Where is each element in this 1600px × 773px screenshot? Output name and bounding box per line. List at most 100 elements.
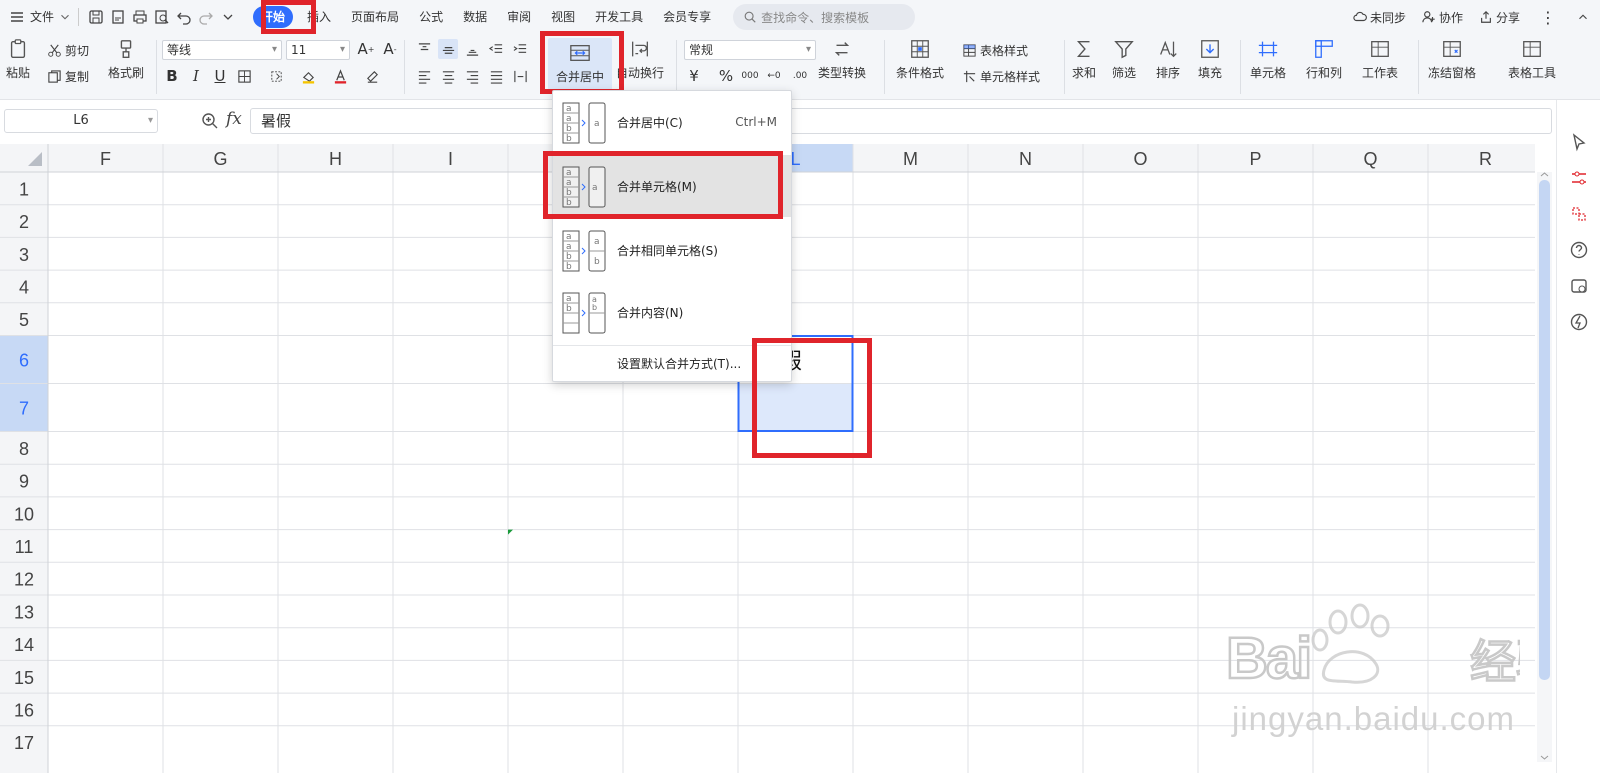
zoom-icon[interactable] xyxy=(200,111,220,131)
wrap-text-button[interactable]: 自动换行 xyxy=(616,38,664,81)
font-size-select[interactable]: 11 xyxy=(286,40,350,60)
row-header-6[interactable]: 6 xyxy=(19,351,29,371)
row-header-4[interactable]: 4 xyxy=(19,277,29,297)
sheet-button[interactable]: 工作表 xyxy=(1362,38,1398,81)
italic-button[interactable]: I xyxy=(186,66,206,86)
fill-color-icon[interactable] xyxy=(298,66,318,86)
column-header-p[interactable]: P xyxy=(1249,149,1261,169)
font-name-select[interactable]: 等线 xyxy=(162,40,282,60)
align-bottom-icon[interactable] xyxy=(462,39,482,59)
row-header-15[interactable]: 15 xyxy=(14,668,34,688)
lightning-icon[interactable] xyxy=(1569,312,1589,332)
decrease-indent-icon[interactable] xyxy=(486,39,506,59)
align-center-icon[interactable] xyxy=(438,66,458,86)
menu-item-merge-content[interactable]: ab ab 合并内容(N) xyxy=(553,281,791,343)
tab-page-layout[interactable]: 页面布局 xyxy=(341,0,409,34)
align-middle-icon[interactable] xyxy=(438,39,458,59)
chevron-down-icon[interactable] xyxy=(58,0,72,34)
menu-item-merge-cells[interactable]: aa bb a 合并单元格(M) xyxy=(553,155,791,217)
align-left-icon[interactable] xyxy=(414,66,434,86)
quick-access-more-icon[interactable] xyxy=(217,0,239,34)
print-preview-icon[interactable] xyxy=(151,0,173,34)
fx-icon[interactable]: fx xyxy=(226,109,242,129)
cell-button[interactable]: 单元格 xyxy=(1250,38,1286,81)
settings-sliders-icon[interactable] xyxy=(1569,168,1589,188)
cursor-icon[interactable] xyxy=(1569,132,1589,152)
tab-data[interactable]: 数据 xyxy=(453,0,497,34)
tab-developer[interactable]: 开发工具 xyxy=(585,0,653,34)
menu-item-set-default-merge[interactable]: 设置默认合并方式(T)... xyxy=(617,355,741,372)
column-header-h[interactable]: H xyxy=(329,149,342,169)
tab-formula[interactable]: 公式 xyxy=(409,0,453,34)
row-header-14[interactable]: 14 xyxy=(14,635,34,655)
table-style-button[interactable]: 表格样式 xyxy=(962,42,1028,59)
fill-button[interactable]: 填充 xyxy=(1198,38,1222,81)
decrease-font-icon[interactable]: A- xyxy=(380,39,400,59)
menu-item-merge-same[interactable]: aa bb ab 合并相同单元格(S) xyxy=(553,219,791,281)
row-header-3[interactable]: 3 xyxy=(19,245,29,265)
table-tools-button[interactable]: 表格工具 xyxy=(1508,38,1556,81)
column-header-i[interactable]: I xyxy=(448,149,453,169)
bold-button[interactable]: B xyxy=(162,66,182,86)
percent-button[interactable]: % xyxy=(716,66,736,86)
freeze-panes-button[interactable]: 冻结窗格 xyxy=(1428,38,1476,81)
thousands-button[interactable]: 000 xyxy=(740,66,760,86)
font-color-icon[interactable] xyxy=(330,66,350,86)
row-header-11[interactable]: 11 xyxy=(15,537,34,557)
row-header-16[interactable]: 16 xyxy=(14,700,34,720)
formula-input[interactable]: 暑假 xyxy=(250,108,1552,134)
underline-button[interactable]: U xyxy=(210,66,230,86)
filter-button[interactable]: 筛选 xyxy=(1112,38,1136,81)
distributed-align-icon[interactable] xyxy=(510,66,530,86)
row-header-9[interactable]: 9 xyxy=(19,472,29,492)
row-header-13[interactable]: 13 xyxy=(14,602,34,622)
tab-home[interactable]: 开始 xyxy=(253,6,294,28)
format-painter-button[interactable]: 格式刷 xyxy=(108,38,144,81)
column-header-g[interactable]: G xyxy=(213,149,227,169)
row-header-2[interactable]: 2 xyxy=(19,212,29,232)
decrease-decimal-icon[interactable]: .00 xyxy=(790,66,810,86)
increase-font-icon[interactable]: A + xyxy=(356,39,376,59)
currency-button[interactable]: ¥ xyxy=(684,66,704,86)
tab-insert[interactable]: 插入 xyxy=(297,0,341,34)
sync-status-button[interactable]: 未同步 xyxy=(1345,9,1414,26)
align-top-icon[interactable] xyxy=(414,39,434,59)
type-convert-button[interactable]: 类型转换 xyxy=(818,38,866,81)
hamburger-menu-icon[interactable] xyxy=(6,0,28,34)
column-header-m[interactable]: M xyxy=(903,149,918,169)
row-header-8[interactable]: 8 xyxy=(19,439,29,459)
column-header-q[interactable]: Q xyxy=(1363,149,1377,169)
undo-icon[interactable] xyxy=(173,0,195,34)
align-right-icon[interactable] xyxy=(462,66,482,86)
cut-button[interactable]: 剪切 xyxy=(47,42,89,59)
shading-icon[interactable] xyxy=(266,66,286,86)
column-header-f[interactable]: F xyxy=(100,149,111,169)
conditional-format-button[interactable]: 条件格式 xyxy=(896,38,944,81)
command-search-input[interactable]: 查找命令、搜索模板 xyxy=(733,4,916,30)
borders-icon[interactable] xyxy=(234,66,254,86)
export-pdf-icon[interactable] xyxy=(107,0,129,34)
sum-button[interactable]: 求和 xyxy=(1072,38,1096,81)
image-icon[interactable] xyxy=(1569,276,1589,296)
file-menu[interactable]: 文件 xyxy=(28,0,58,34)
collapse-ribbon-icon[interactable] xyxy=(1568,10,1600,24)
menu-item-merge-center[interactable]: aa bb a 合并居中(C) Ctrl+M xyxy=(553,91,791,153)
increase-decimal-icon[interactable]: ←0 xyxy=(764,66,784,86)
collaborate-button[interactable]: 协作 xyxy=(1414,9,1471,26)
clear-format-icon[interactable] xyxy=(362,66,382,86)
share-button[interactable]: 分享 xyxy=(1471,9,1528,26)
row-header-1[interactable]: 1 xyxy=(19,179,29,199)
tab-view[interactable]: 视图 xyxy=(541,0,585,34)
help-icon[interactable] xyxy=(1569,240,1589,260)
tab-review[interactable]: 审阅 xyxy=(497,0,541,34)
column-header-o[interactable]: O xyxy=(1133,149,1147,169)
row-header-7[interactable]: 7 xyxy=(19,399,29,419)
save-icon[interactable] xyxy=(85,0,107,34)
copy-button[interactable]: 复制 xyxy=(47,68,89,85)
column-header-r[interactable]: R xyxy=(1479,149,1492,169)
sort-button[interactable]: 排序 xyxy=(1156,38,1180,81)
row-header-12[interactable]: 12 xyxy=(14,570,34,590)
merge-center-button[interactable]: 合并居中 xyxy=(548,38,612,92)
row-header-5[interactable]: 5 xyxy=(19,310,29,330)
more-options-icon[interactable]: ⋮ xyxy=(1528,8,1568,27)
